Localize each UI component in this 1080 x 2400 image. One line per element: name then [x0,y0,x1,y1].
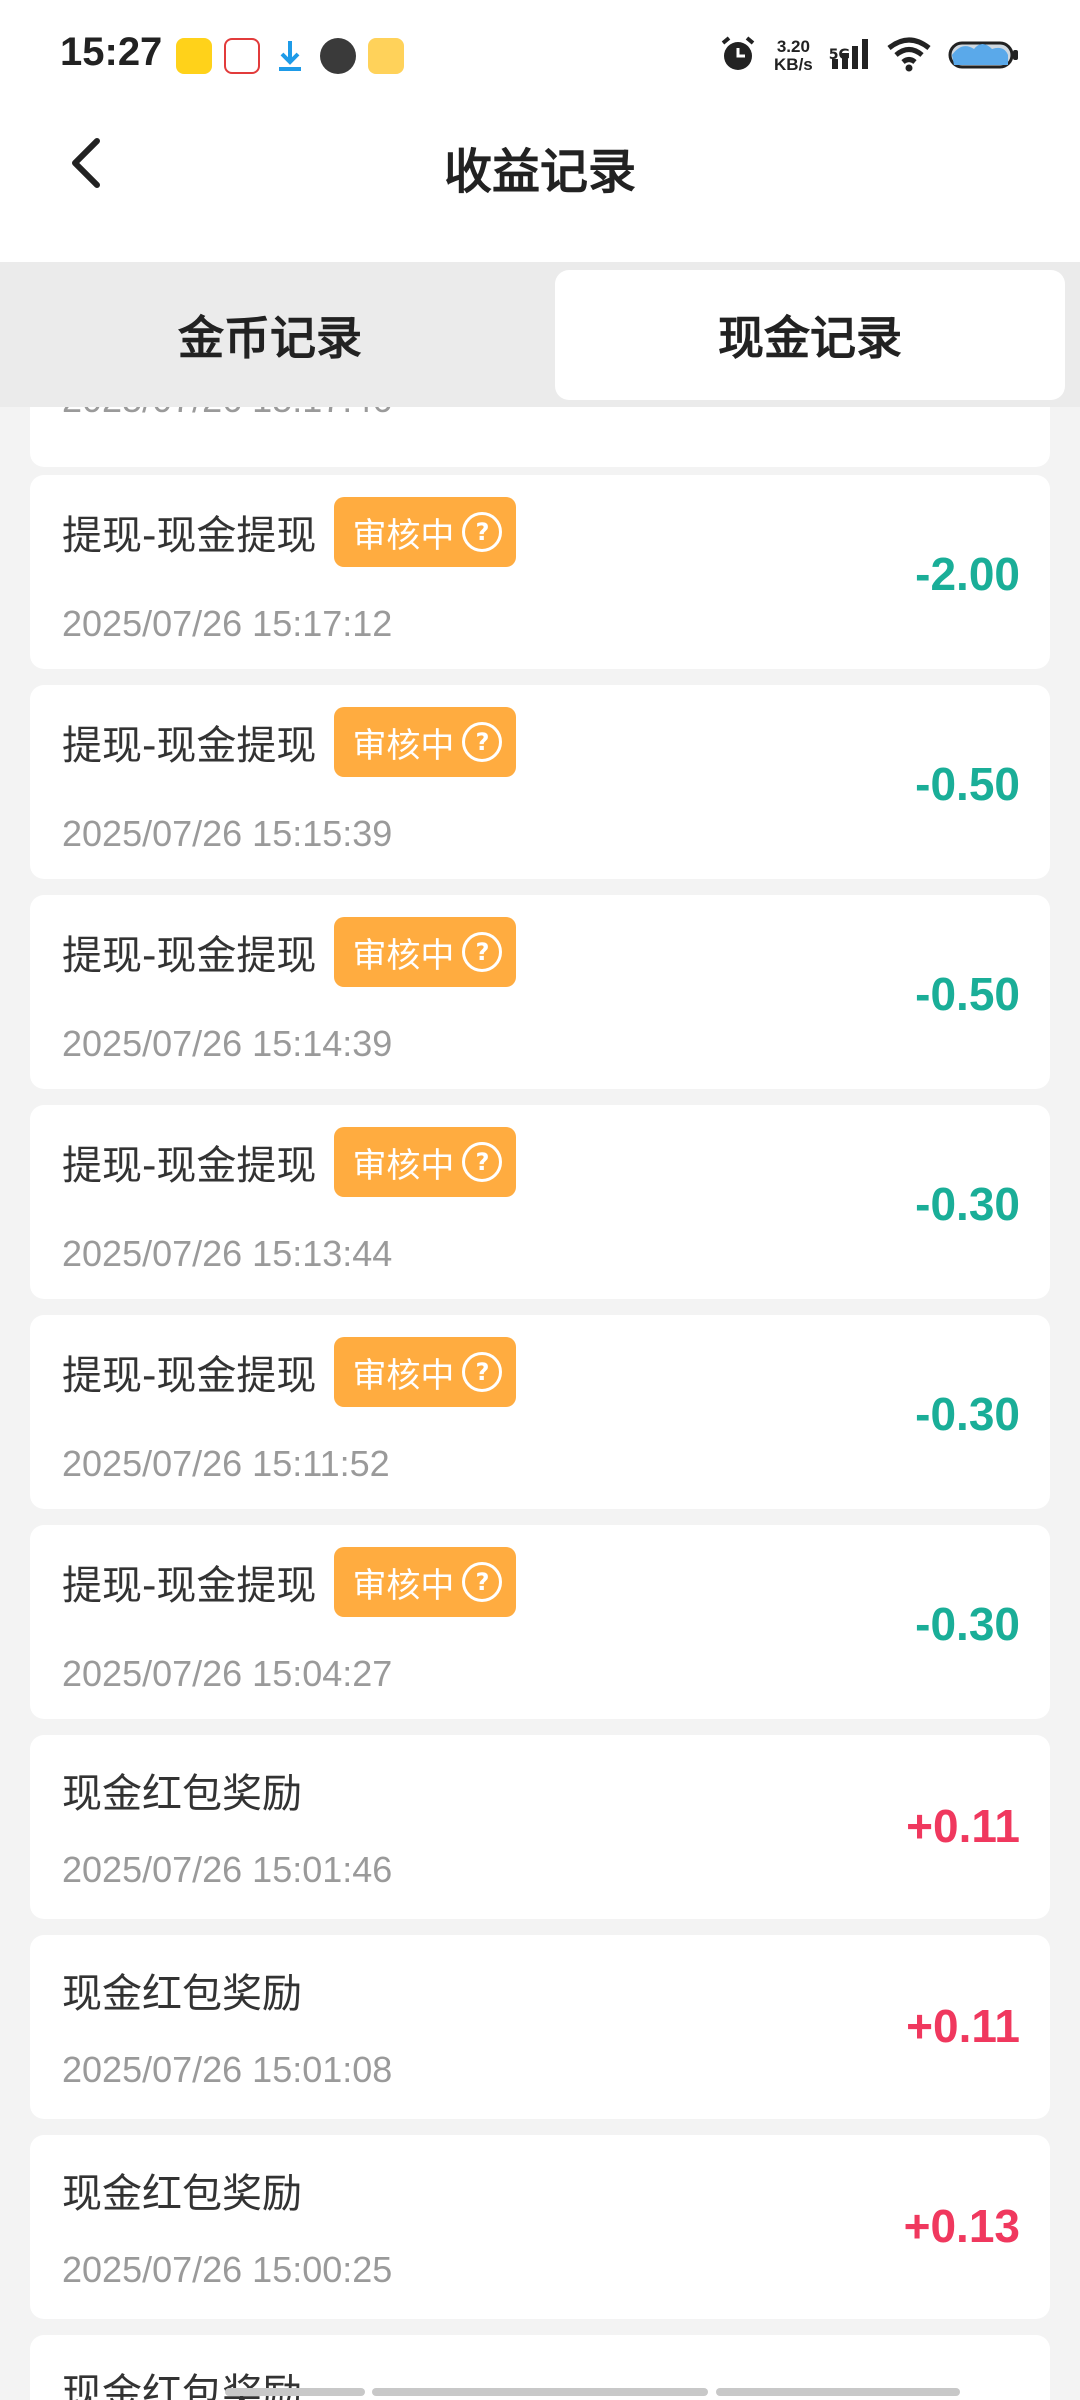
wifi-icon [886,36,932,76]
app-header: 收益记录 [0,110,1080,262]
record-date: 2025/07/26 15:14:39 [62,1023,393,1064]
app-notification-icon [368,38,404,74]
tab-cash-records[interactable]: 现金记录 [555,270,1065,400]
record-amount: -2.00 [915,548,1020,600]
question-circle-icon: ? [462,512,503,552]
record-tabs: 金币记录 现金记录 [0,262,1080,407]
records-list[interactable]: 2025/07/26 15:17:46 提现-现金提现 审核中 ? 2025/0… [0,407,1080,2400]
record-amount: +0.11 [906,2000,1020,2052]
question-circle-icon: ? [462,1142,503,1182]
list-item[interactable]: 2025/07/26 15:17:46 [30,407,1050,467]
record-amount: +0.11 [906,1800,1020,1852]
record-date: 2025/07/26 15:01:08 [62,2049,393,2090]
record-amount: -0.50 [915,758,1020,810]
record-date: 2025/07/26 15:04:27 [62,1653,393,1694]
record-title: 提现-现金提现 [62,1563,317,1609]
record-date: 2025/07/26 15:00:25 [62,2249,393,2290]
record-date: 2025/07/26 15:11:52 [62,1443,390,1484]
record-amount: -0.30 [915,1388,1020,1440]
list-item[interactable]: 提现-现金提现 审核中 ? 2025/07/26 15:04:27 -0.30 [30,1525,1050,1719]
list-item[interactable]: 提现-现金提现 审核中 ? 2025/07/26 15:13:44 -0.30 [30,1105,1050,1299]
status-badge[interactable]: 审核中 ? [334,1547,517,1617]
question-circle-icon: ? [462,1562,503,1602]
question-circle-icon: ? [462,1352,503,1392]
record-date: 2025/07/26 15:17:12 [62,603,393,644]
badge-label: 审核中 [352,935,455,976]
tab-coin-records[interactable]: 金币记录 [0,270,540,400]
status-badge[interactable]: 审核中 ? [334,497,517,567]
app-notification-icon [176,38,212,74]
list-item[interactable]: 提现-现金提现 审核中 ? 2025/07/26 15:11:52 -0.30 [30,1315,1050,1509]
question-circle-icon: ? [462,932,503,972]
record-title: 提现-现金提现 [62,723,317,769]
record-title: 现金红包奖励 [62,1971,302,2017]
list-item[interactable]: 提现-现金提现 审核中 ? 2025/07/26 15:15:39 -0.50 [30,685,1050,879]
record-amount: -0.50 [915,968,1020,1020]
signal-group: 5G [829,37,870,75]
record-title: 提现-现金提现 [62,513,317,559]
record-date: 2025/07/26 15:01:46 [62,1849,393,1890]
status-bar: 15:27 3.20 KB/s 5G [0,0,1080,110]
alarm-icon [718,34,758,78]
badge-label: 审核中 [352,1145,455,1186]
record-title: 现金红包奖励 [62,2171,302,2217]
record-title: 提现-现金提现 [62,1143,317,1189]
network-speed: 3.20 KB/s [774,38,813,74]
record-title: 提现-现金提现 [62,1353,317,1399]
list-item[interactable]: 现金红包奖励 2025/07/26 15:01:08 +0.11 [30,1935,1050,2119]
status-badge[interactable]: 审核中 ? [334,1337,517,1407]
scroll-indicator [225,2388,365,2396]
battery-icon [948,37,1020,75]
record-amount: -0.30 [915,1598,1020,1650]
record-title: 提现-现金提现 [62,933,317,979]
notification-icons [176,38,404,74]
scroll-indicator [372,2388,708,2396]
badge-label: 审核中 [352,515,455,556]
badge-label: 审核中 [352,1355,455,1396]
network-type: 5G [828,47,850,63]
list-item[interactable]: 现金红包奖励 2025/07/26 15:01:46 +0.11 [30,1735,1050,1919]
scroll-indicator [716,2388,960,2396]
status-badge[interactable]: 审核中 ? [334,917,517,987]
app-notification-icon [320,38,356,74]
list-item[interactable]: 提现-现金提现 审核中 ? 2025/07/26 15:14:39 -0.50 [30,895,1050,1089]
download-icon [272,38,308,74]
speed-unit: KB/s [774,55,813,74]
record-title: 现金红包奖励 [62,1771,302,1817]
status-time: 15:27 [60,30,163,74]
status-indicators: 3.20 KB/s 5G [718,34,1020,78]
speed-value: 3.20 [776,37,810,56]
app-notification-icon [224,38,260,74]
list-item[interactable]: 提现-现金提现 审核中 ? 2025/07/26 15:17:12 -2.00 [30,475,1050,669]
question-circle-icon: ? [462,722,503,762]
record-date: 2025/07/26 15:15:39 [62,813,393,854]
record-amount: +0.13 [903,2200,1020,2252]
status-badge[interactable]: 审核中 ? [334,1127,517,1197]
record-date: 2025/07/26 15:17:46 [62,407,392,421]
status-badge[interactable]: 审核中 ? [334,707,517,777]
page-title: 收益记录 [443,144,636,200]
badge-label: 审核中 [352,1565,455,1606]
record-date: 2025/07/26 15:13:44 [62,1233,393,1274]
record-amount: -0.30 [915,1178,1020,1230]
list-item[interactable]: 现金红包奖励 2025/07/26 15:00:25 +0.13 [30,2135,1050,2319]
badge-label: 审核中 [352,725,455,766]
